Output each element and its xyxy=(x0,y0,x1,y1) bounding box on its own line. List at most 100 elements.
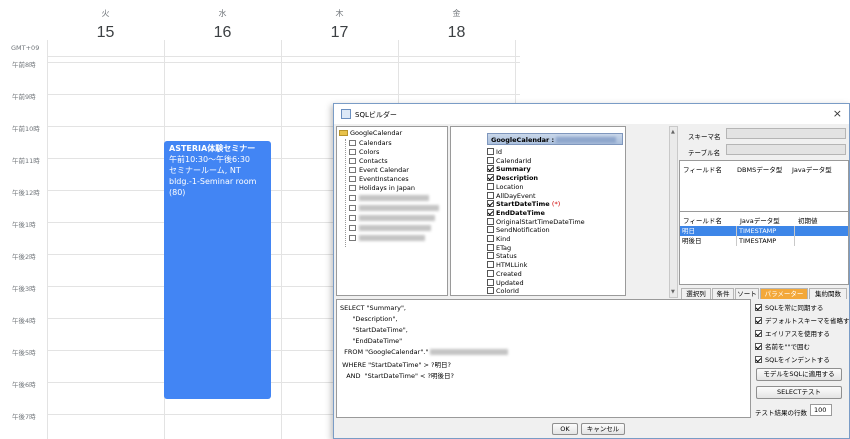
event-title: ASTERIA体験セミナー xyxy=(169,144,256,153)
select-test-button[interactable]: SELECTテスト xyxy=(756,386,842,399)
result-rows-input[interactable]: 100 xyxy=(810,404,832,416)
option-indent-sql[interactable]: SQLをインデントする xyxy=(755,355,830,365)
column-checkbox[interactable] xyxy=(487,174,494,182)
column-checkbox[interactable] xyxy=(487,156,494,164)
tab-select-columns[interactable]: 選択列 xyxy=(681,288,711,299)
column-checkbox[interactable] xyxy=(487,217,494,225)
column-item[interactable]: AllDayEvent xyxy=(487,191,536,200)
tree-item[interactable]: Holidays in Japan xyxy=(349,184,415,192)
tab-parameters[interactable]: パラメーター xyxy=(760,288,808,299)
day-header[interactable]: 木 17 xyxy=(281,0,398,50)
close-icon[interactable]: × xyxy=(833,107,842,120)
day-header[interactable]: 水 16 xyxy=(164,0,281,50)
cancel-button[interactable]: キャンセル xyxy=(581,423,625,435)
panel-scrollbar[interactable]: ▲ ▼ xyxy=(669,126,678,298)
column-label: ColorId xyxy=(496,287,520,296)
calendar-event[interactable]: ASTERIA体験セミナー 午前10:30～午後6:30 セミナールーム, NT… xyxy=(164,141,271,399)
checkbox[interactable] xyxy=(755,304,762,311)
column-checkbox[interactable] xyxy=(487,148,494,155)
sql-line: WHERE "StartDateTime" > ?明日? xyxy=(340,361,451,369)
column-item[interactable]: Description xyxy=(487,174,538,182)
tree-root[interactable]: GoogleCalendar xyxy=(339,129,402,137)
column-item[interactable]: StartDateTime (*) xyxy=(487,200,560,208)
sql-editor[interactable]: SELECT "Summary", "Description", "StartD… xyxy=(336,299,751,418)
option-quote-names[interactable]: 名前を""で囲む xyxy=(755,342,810,352)
day-number[interactable]: 15 xyxy=(47,24,164,42)
tab-conditions[interactable]: 条件 xyxy=(712,288,734,299)
day-of-week: 木 xyxy=(335,9,344,18)
column-checkbox[interactable] xyxy=(487,200,494,208)
apply-model-button[interactable]: モデルをSQLに適用する xyxy=(756,368,842,381)
column-item[interactable]: SendNotification xyxy=(487,226,550,234)
table-field[interactable] xyxy=(726,144,846,155)
blurred-text xyxy=(556,137,617,143)
column-item[interactable]: Summary xyxy=(487,165,531,173)
column-checkbox[interactable] xyxy=(487,208,494,216)
tab-sort[interactable]: ソート xyxy=(735,288,759,299)
scroll-down-icon[interactable]: ▼ xyxy=(671,289,675,295)
checkbox[interactable] xyxy=(755,330,762,337)
day-header[interactable]: 金 18 xyxy=(398,0,515,50)
column-item[interactable]: Location xyxy=(487,182,524,191)
day-number[interactable]: 17 xyxy=(281,24,398,42)
column-item[interactable]: ETag xyxy=(487,243,511,252)
checkbox[interactable] xyxy=(755,317,762,324)
param-init[interactable] xyxy=(795,226,848,236)
field-type-grid[interactable]: フィールド名 DBMSデータ型 Javaデータ型 xyxy=(679,160,849,212)
column-item[interactable]: Updated xyxy=(487,278,524,287)
checkbox[interactable] xyxy=(755,343,762,350)
tree-item[interactable]: Event Calendar xyxy=(349,166,409,174)
column-item[interactable]: CalendarId xyxy=(487,156,531,165)
tree-item-blurred[interactable] xyxy=(349,194,429,202)
tree-item-blurred[interactable] xyxy=(349,234,425,242)
tree-item[interactable]: Contacts xyxy=(349,157,388,165)
scroll-up-icon[interactable]: ▲ xyxy=(671,129,675,135)
tree-item[interactable]: Calendars xyxy=(349,139,392,147)
day-number[interactable]: 18 xyxy=(398,24,515,42)
blurred-text xyxy=(359,195,429,201)
day-header[interactable]: 火 15 xyxy=(47,0,164,50)
column-item[interactable]: Id xyxy=(487,148,502,156)
table-row[interactable]: 明日 TIMESTAMP xyxy=(680,226,848,236)
column-checkbox[interactable] xyxy=(487,287,494,295)
dialog-titlebar[interactable]: SQLビルダー × xyxy=(334,104,849,124)
table-icon xyxy=(349,158,356,164)
ok-button[interactable]: OK xyxy=(552,423,578,435)
hour-line xyxy=(47,56,520,57)
column-checkbox[interactable] xyxy=(487,191,494,199)
param-init[interactable] xyxy=(795,236,848,246)
option-omit-default-schema[interactable]: デフォルトスキーマを省略する xyxy=(755,316,850,326)
column-checkbox[interactable] xyxy=(487,261,494,269)
column-checkbox[interactable] xyxy=(487,252,494,260)
tree-item-blurred[interactable] xyxy=(349,214,435,222)
tree-item[interactable]: EventInstances xyxy=(349,175,409,183)
column-checkbox[interactable] xyxy=(487,243,494,251)
column-selector[interactable]: GoogleCalendar : Id CalendarId Summary Desc… xyxy=(450,126,626,296)
column-item[interactable]: ColorId xyxy=(487,287,519,295)
column-checkbox[interactable] xyxy=(487,226,494,234)
column-item[interactable]: Kind xyxy=(487,235,510,243)
column-checkbox[interactable] xyxy=(487,182,494,190)
column-checkbox[interactable] xyxy=(487,165,494,173)
column-item[interactable]: Created xyxy=(487,269,522,278)
schema-field[interactable] xyxy=(726,128,846,139)
checkbox[interactable] xyxy=(755,356,762,363)
tree-item-blurred[interactable] xyxy=(349,224,431,232)
folder-icon xyxy=(339,130,348,136)
column-item[interactable]: HTMLLink xyxy=(487,261,527,269)
parameter-grid[interactable]: フィールド名 Javaデータ型 初期値 明日 TIMESTAMP 明後日 TIM… xyxy=(679,211,849,285)
column-checkbox[interactable] xyxy=(487,278,494,286)
option-use-alias[interactable]: エイリアスを使用する xyxy=(755,329,830,339)
tree-item-blurred[interactable] xyxy=(349,204,439,212)
option-sync-sql[interactable]: SQLを常に同期する xyxy=(755,303,823,313)
day-number[interactable]: 16 xyxy=(164,24,281,42)
column-checkbox[interactable] xyxy=(487,235,494,242)
column-item[interactable]: Status xyxy=(487,252,517,260)
tree-item[interactable]: Colors xyxy=(349,148,379,156)
column-item[interactable]: EndDateTime xyxy=(487,208,545,217)
tab-aggregate[interactable]: 集約関数 xyxy=(809,288,847,299)
table-tree[interactable]: GoogleCalendar Calendars Colors Contacts… xyxy=(336,126,448,296)
column-checkbox[interactable] xyxy=(487,269,494,277)
table-row[interactable]: 明後日 TIMESTAMP xyxy=(680,236,848,246)
column-item[interactable]: OriginalStartTimeDateTime xyxy=(487,217,585,226)
